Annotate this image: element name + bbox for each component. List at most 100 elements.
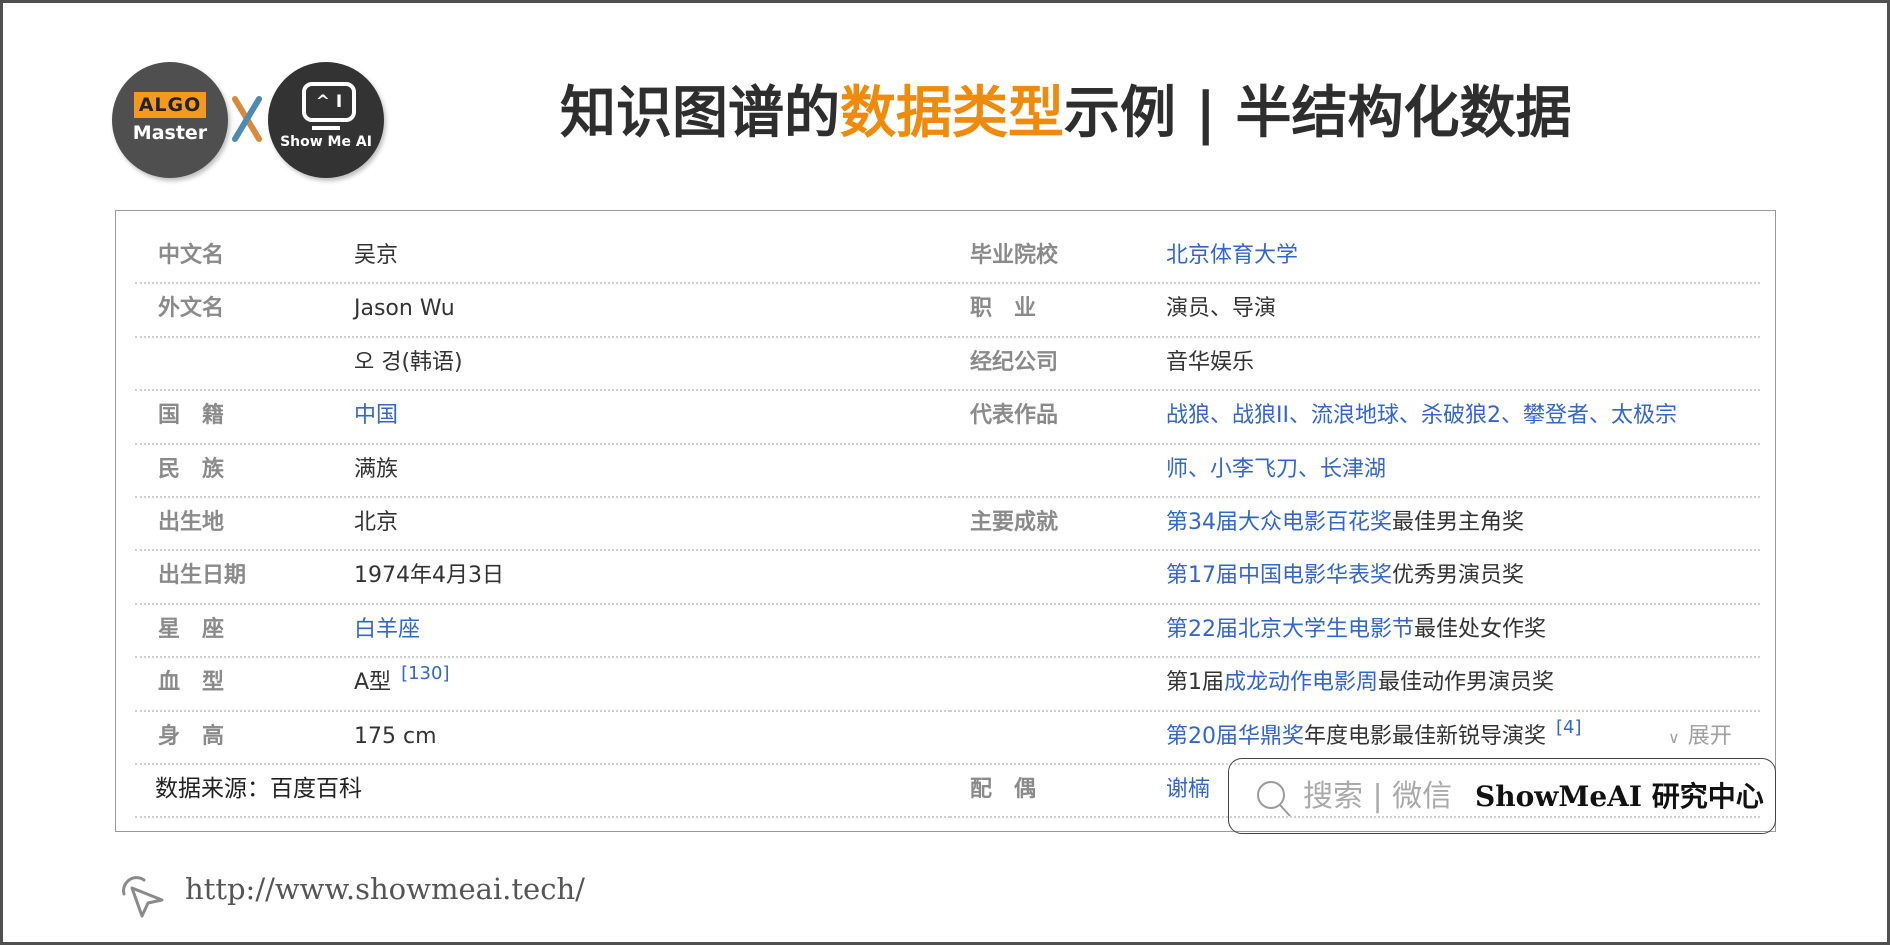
data-source-note: 数据来源：百度百科 bbox=[155, 776, 362, 802]
value-link[interactable]: 第22届北京大学生电影节 bbox=[1166, 617, 1414, 642]
left-row-label: 民 族 bbox=[158, 456, 225, 482]
value-link[interactable]: 第20届华鼎奖 bbox=[1166, 724, 1304, 749]
row-divider bbox=[135, 602, 950, 605]
right-row-value: 师、小李飞刀、长津湖 bbox=[1166, 443, 1386, 496]
left-row-label: 出生日期 bbox=[158, 563, 247, 589]
value-link[interactable]: 北京体育大学 bbox=[1166, 243, 1298, 268]
showmeai-logo: ^ I Show Me AI bbox=[268, 62, 384, 178]
value-text: 北京 bbox=[354, 510, 399, 535]
left-row-label: 出生地 bbox=[158, 510, 225, 535]
algo-master-text: Master bbox=[132, 122, 208, 144]
value-text: 오 경(韩语) bbox=[354, 349, 463, 375]
value-link[interactable]: 成龙动作电影周 bbox=[1224, 670, 1378, 695]
row-divider bbox=[135, 656, 950, 659]
right-row-value: 北京体育大学 bbox=[1166, 229, 1298, 282]
search-wechat-text: 搜索 | 微信 bbox=[1303, 779, 1453, 814]
brand-text: ShowMeAI 研究中心 bbox=[1475, 780, 1764, 813]
value-link[interactable]: 战狼、战狼II、流浪地球、杀破狼2、攀登者、太极宗 bbox=[1166, 403, 1677, 428]
row-divider bbox=[950, 656, 1760, 659]
logo-cross bbox=[232, 96, 262, 151]
value-text: 优秀男演员奖 bbox=[1392, 563, 1525, 589]
value-link[interactable]: 师、小李飞刀、长津湖 bbox=[1166, 457, 1386, 482]
row-divider bbox=[950, 602, 1760, 605]
right-row-label: 毕业院校 bbox=[970, 243, 1059, 268]
left-row-value: 满族 bbox=[354, 443, 398, 496]
right-row-value: 演员、导演 bbox=[1166, 282, 1276, 335]
right-row-value: 第1届成龙动作电影周最佳动作男演员奖 bbox=[1166, 656, 1554, 709]
row-divider bbox=[950, 709, 1760, 712]
value-text: 演员、导演 bbox=[1166, 296, 1277, 322]
right-row-value: 谢楠 bbox=[1166, 763, 1210, 816]
value-link[interactable]: 中国 bbox=[354, 403, 398, 428]
right-row-value: 第20届华鼎奖年度电影最佳新锐导演奖 [4] bbox=[1166, 710, 1582, 763]
title-prefix: 知识图谱的 bbox=[560, 81, 840, 146]
left-row-label: 身 高 bbox=[158, 723, 225, 749]
page-title: 知识图谱的数据类型示例 | 半结构化数据 bbox=[560, 78, 1571, 150]
row-divider bbox=[950, 335, 1760, 338]
left-row-value: 오 경(韩语) bbox=[354, 336, 463, 389]
row-divider bbox=[950, 282, 1760, 285]
left-row-value: Jason Wu bbox=[354, 282, 455, 335]
title-highlight: 数据类型 bbox=[840, 81, 1064, 146]
right-row-label: 配 偶 bbox=[970, 777, 1037, 802]
row-divider bbox=[950, 549, 1760, 552]
left-row-label: 星 座 bbox=[158, 616, 225, 642]
value-text: 1974年4月3日 bbox=[354, 563, 504, 589]
value-text: 最佳动作男演员奖 bbox=[1378, 670, 1555, 696]
right-row-label: 职 业 bbox=[970, 296, 1037, 322]
right-row-value: 战狼、战狼II、流浪地球、杀破狼2、攀登者、太极宗 bbox=[1166, 389, 1677, 442]
right-row-label: 经纪公司 bbox=[970, 349, 1059, 375]
row-divider bbox=[135, 442, 950, 445]
value-text: 满族 bbox=[354, 456, 399, 482]
right-row-value: 第22届北京大学生电影节最佳处女作奖 bbox=[1166, 603, 1546, 656]
row-divider bbox=[950, 496, 1760, 498]
row-divider bbox=[135, 496, 950, 498]
row-divider bbox=[135, 763, 950, 765]
right-row-value: 第34届大众电影百花奖最佳男主角奖 bbox=[1166, 496, 1524, 549]
value-link[interactable]: 第34届大众电影百花奖 bbox=[1166, 510, 1392, 535]
reference-link[interactable]: [130] bbox=[401, 663, 449, 684]
left-row-label: 中文名 bbox=[158, 243, 225, 268]
left-row-value: 吴京 bbox=[354, 229, 398, 282]
left-row-value: 中国 bbox=[354, 389, 398, 442]
left-row-value: 北京 bbox=[354, 496, 398, 549]
row-divider bbox=[135, 282, 950, 285]
value-text: A型 bbox=[354, 670, 392, 696]
left-row-label: 血 型 bbox=[158, 670, 225, 696]
value-text: 音华娱乐 bbox=[1166, 349, 1255, 375]
left-row-value: A型 [130] bbox=[354, 656, 449, 709]
value-text: 最佳处女作奖 bbox=[1414, 616, 1547, 642]
search-badge: 搜索 | 微信 ShowMeAI 研究中心 bbox=[1228, 758, 1776, 834]
left-row-label: 外文名 bbox=[158, 296, 225, 322]
value-link[interactable]: 谢楠 bbox=[1166, 777, 1210, 802]
left-row-label: 国 籍 bbox=[158, 403, 225, 429]
value-link[interactable]: 第17届中国电影华表奖 bbox=[1166, 563, 1392, 588]
left-row-value: 白羊座 bbox=[354, 603, 420, 656]
algo-master-logo: ALGO Master bbox=[112, 62, 228, 178]
showmeai-stand bbox=[312, 126, 340, 130]
showmeai-screen-icon: ^ I bbox=[302, 82, 356, 122]
value-text: 第1届 bbox=[1166, 670, 1224, 696]
right-row-value: 第17届中国电影华表奖优秀男演员奖 bbox=[1166, 549, 1524, 602]
expand-button[interactable]: ∨ 展开 bbox=[1668, 710, 1732, 763]
value-text: 年度电影最佳新锐导演奖 bbox=[1304, 723, 1547, 749]
value-text: 吴京 bbox=[354, 243, 399, 268]
left-row-value: 1974年4月3日 bbox=[354, 549, 504, 602]
right-row-value: 音华娱乐 bbox=[1166, 336, 1254, 389]
row-divider bbox=[950, 389, 1760, 392]
value-text: 175 cm bbox=[354, 723, 437, 749]
value-text: 最佳男主角奖 bbox=[1392, 510, 1525, 535]
right-row-label: 主要成就 bbox=[970, 510, 1059, 535]
chevron-down-icon: ∨ bbox=[1668, 727, 1680, 747]
cursor-click-icon bbox=[122, 876, 164, 918]
expand-label: 展开 bbox=[1687, 723, 1732, 749]
row-divider bbox=[135, 709, 950, 712]
row-divider bbox=[135, 549, 950, 552]
reference-link[interactable]: [4] bbox=[1556, 717, 1582, 738]
search-icon bbox=[1257, 781, 1291, 817]
algo-badge: ALGO bbox=[134, 92, 206, 118]
value-link[interactable]: 白羊座 bbox=[354, 617, 420, 642]
showmeai-logo-text: Show Me AI bbox=[280, 134, 372, 150]
footer-url-link[interactable]: http://www.showmeai.tech/ bbox=[185, 872, 585, 906]
row-divider bbox=[950, 442, 1760, 445]
